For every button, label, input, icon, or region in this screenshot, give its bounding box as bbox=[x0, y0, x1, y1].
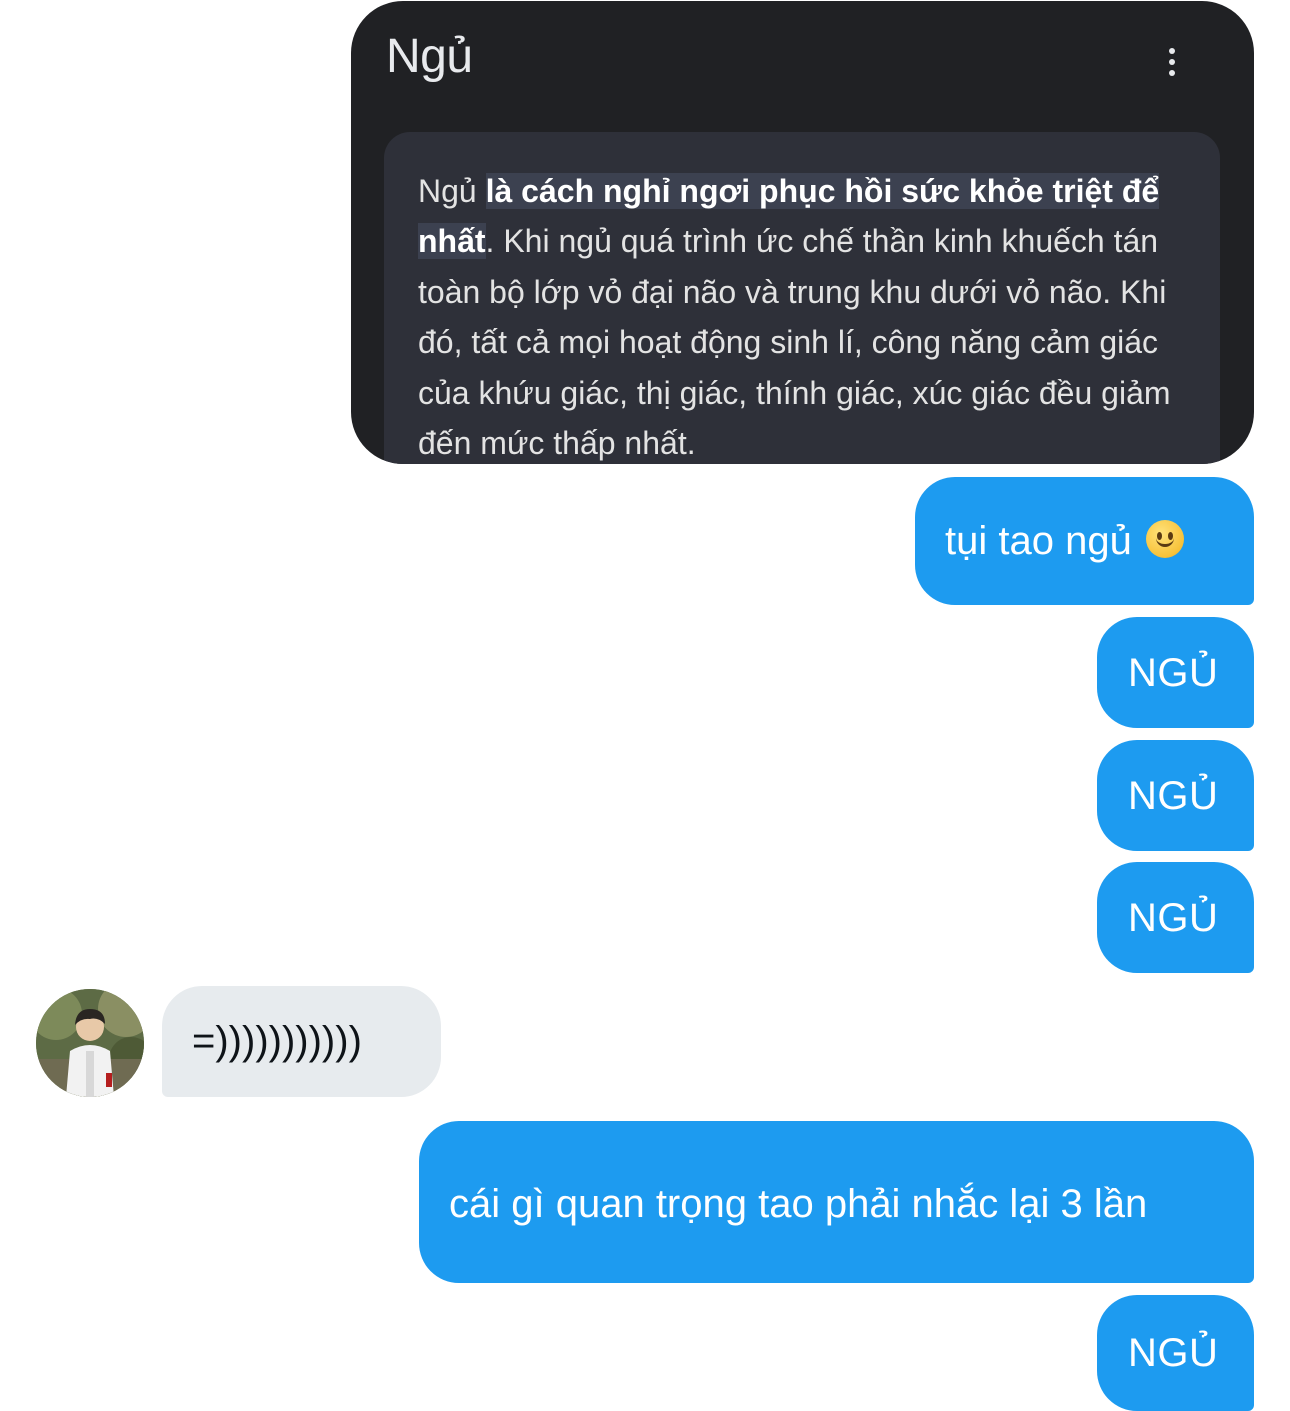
message-text: =))))))))))) bbox=[192, 1019, 362, 1063]
message-text: NGỦ bbox=[1128, 1331, 1219, 1375]
avatar-photo bbox=[36, 989, 144, 1097]
snippet-rest: . Khi ngủ quá trình ức chế thần kinh khu… bbox=[418, 223, 1171, 462]
message-text: tụi tao ngủ bbox=[945, 519, 1132, 563]
message-text: NGỦ bbox=[1128, 650, 1219, 695]
featured-snippet: Ngủ là cách nghỉ ngơi phục hồi sức khỏe … bbox=[384, 132, 1220, 464]
outgoing-message[interactable]: NGỦ bbox=[1097, 740, 1254, 851]
slightly-smiling-face-icon bbox=[1145, 520, 1184, 558]
message-text: NGỦ bbox=[1128, 773, 1219, 818]
snippet-text: Ngủ là cách nghỉ ngơi phục hồi sức khỏe … bbox=[418, 166, 1198, 464]
outgoing-message[interactable]: NGỦ bbox=[1097, 617, 1254, 728]
outgoing-message[interactable]: NGỦ bbox=[1097, 1295, 1254, 1411]
more-vert-icon[interactable] bbox=[1161, 45, 1183, 81]
snippet-lead: Ngủ bbox=[418, 173, 486, 209]
outgoing-message[interactable]: tụi tao ngủ bbox=[915, 477, 1254, 605]
message-text: NGỦ bbox=[1128, 895, 1219, 940]
shared-image-message[interactable]: Ngủ Ngủ là cách nghỉ ngơi phục hồi sức k… bbox=[351, 1, 1254, 464]
outgoing-message[interactable]: cái gì quan trọng tao phải nhắc lại 3 lầ… bbox=[419, 1121, 1254, 1283]
incoming-message[interactable]: =))))))))))) bbox=[162, 986, 441, 1097]
avatar[interactable] bbox=[36, 989, 144, 1097]
card-title: Ngủ bbox=[386, 30, 473, 83]
outgoing-message[interactable]: NGỦ bbox=[1097, 862, 1254, 973]
message-text: cái gì quan trọng tao phải nhắc lại 3 lầ… bbox=[449, 1182, 1148, 1226]
